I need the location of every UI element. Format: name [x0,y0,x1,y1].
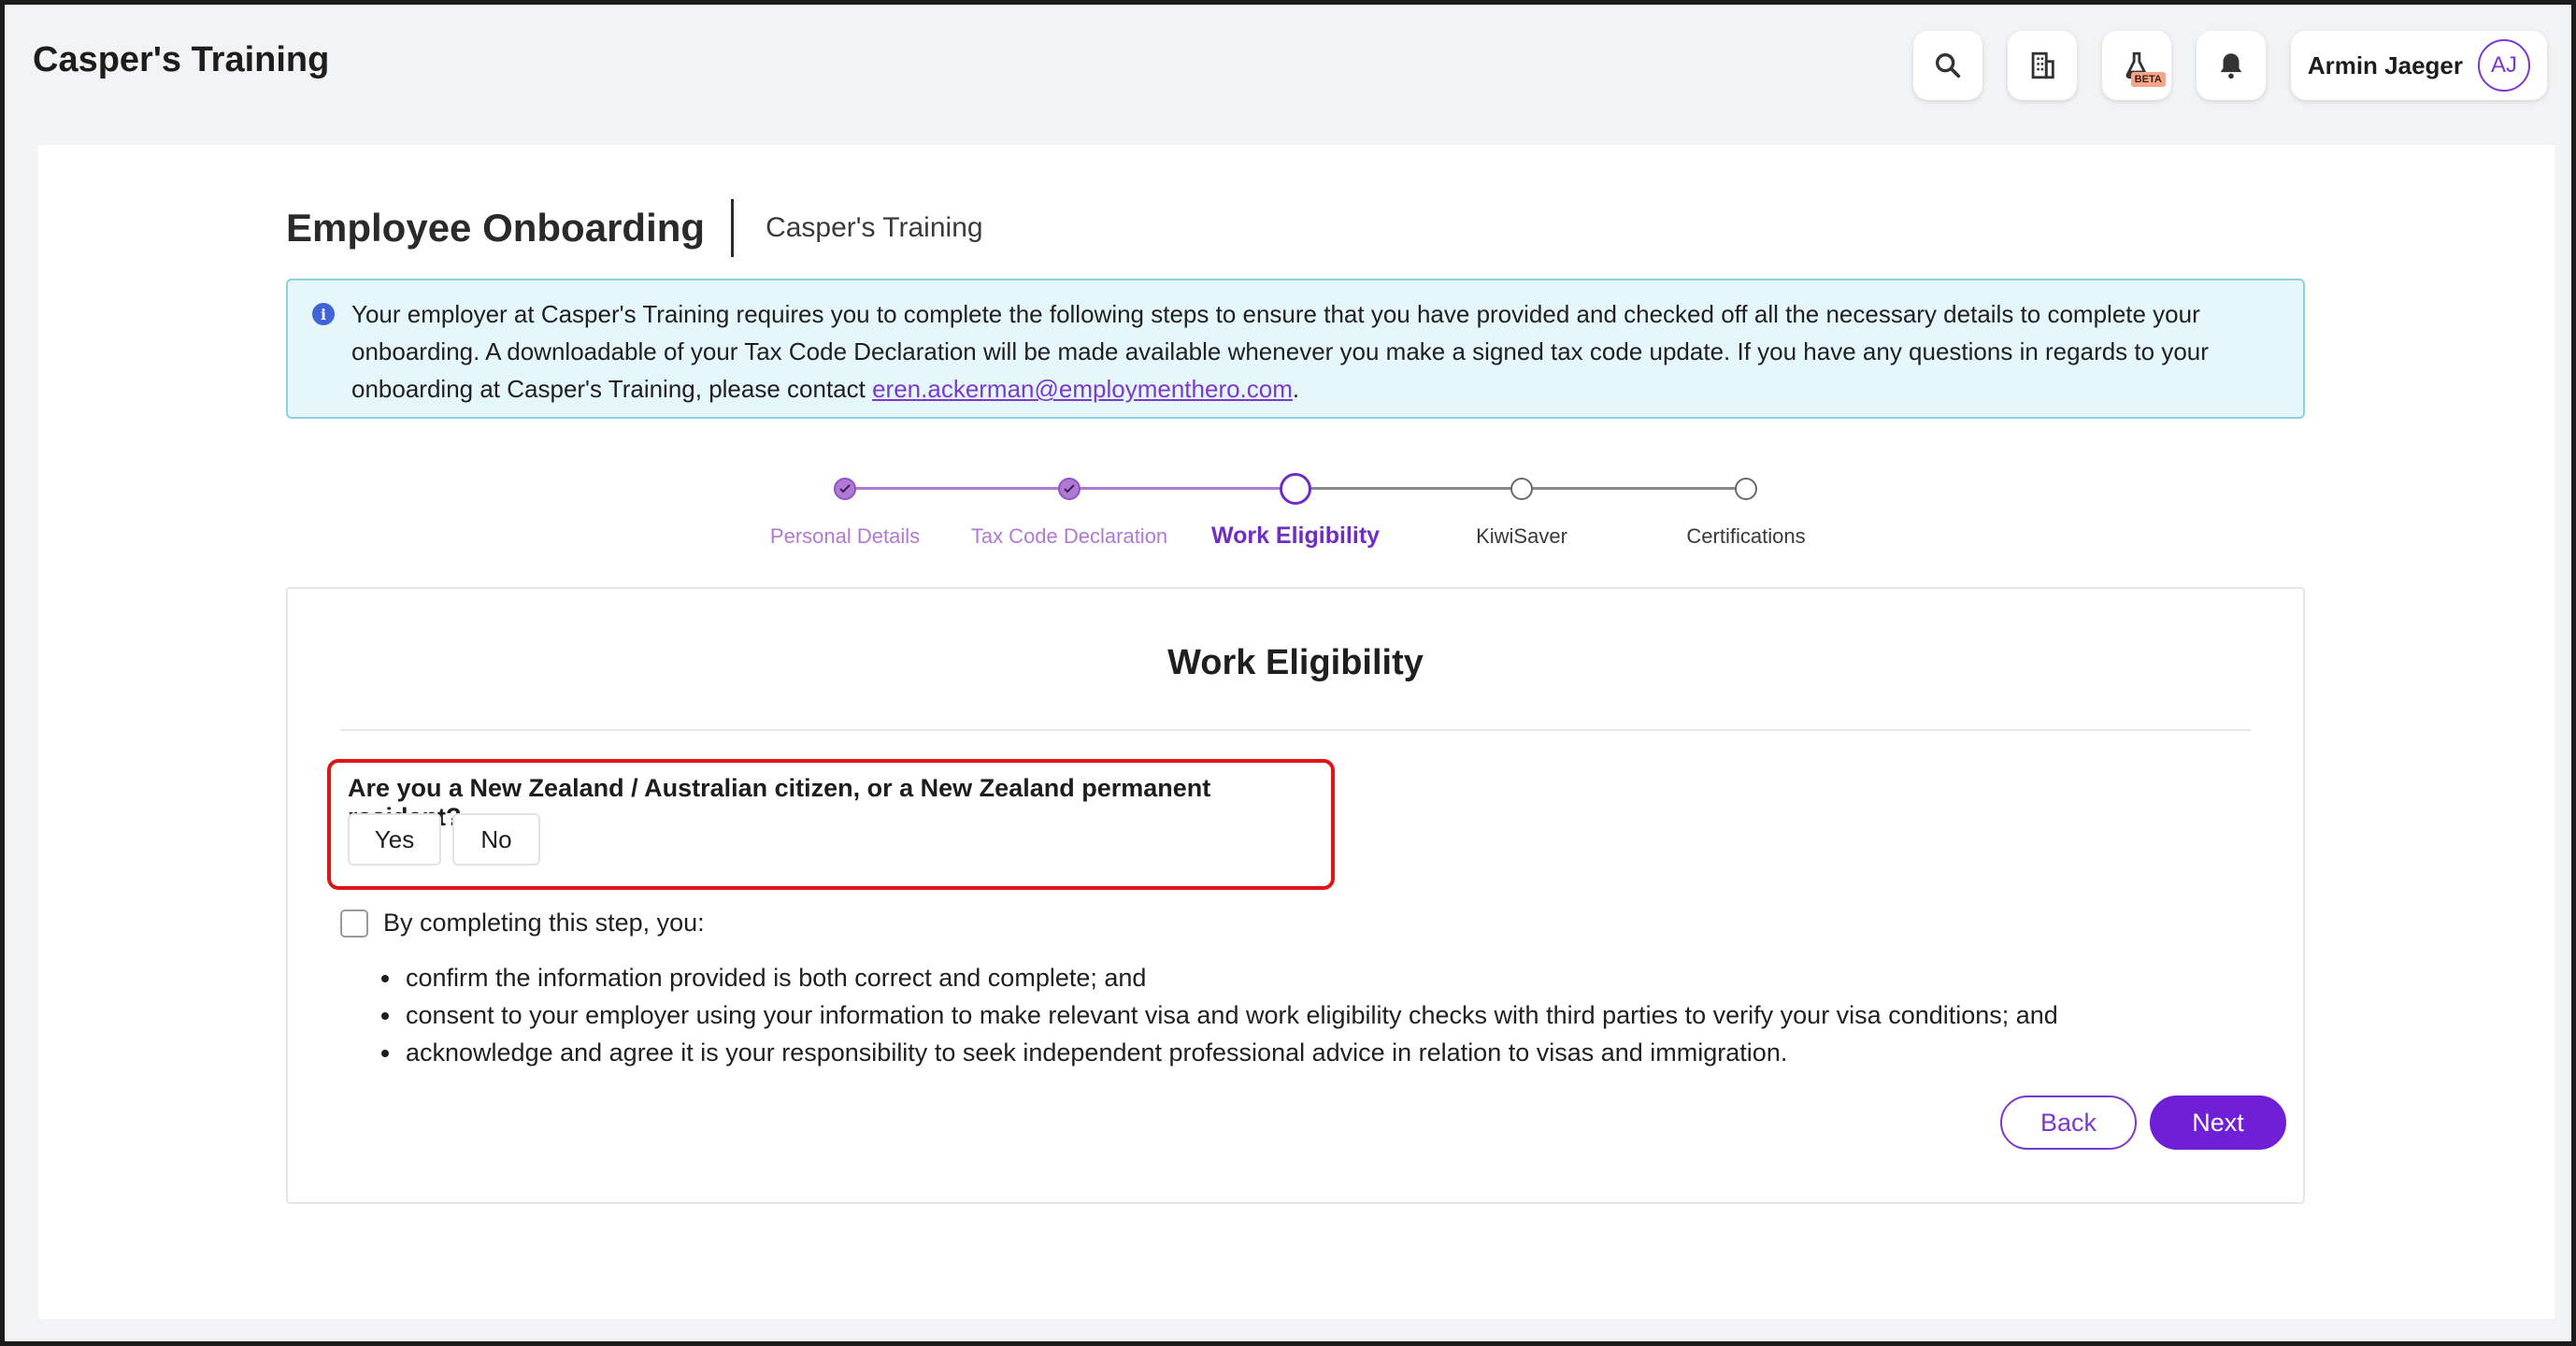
info-icon: i [312,303,335,325]
app-window: Casper's Training BETA Armin Jaeger AJ E… [0,0,2576,1346]
step-kiwisaver-dot[interactable] [1510,478,1533,500]
beta-badge: BETA [2130,72,2166,87]
info-text: Your employer at Casper's Training requi… [351,295,2266,408]
step-label-personal-details[interactable]: Personal Details [770,524,920,549]
step-connector [1297,487,1522,490]
step-connector [1522,487,1746,490]
page-subtitle: Casper's Training [766,212,983,243]
declaration-list: confirm the information provided is both… [381,959,2058,1071]
avatar: AJ [2478,39,2530,92]
step-personal-details-dot[interactable] [834,478,856,500]
main-content: Employee Onboarding Casper's Training i … [38,145,2555,1319]
search-icon [1935,52,1960,79]
user-name: Armin Jaeger [2307,50,2463,79]
step-label-kiwisaver[interactable]: KiwiSaver [1476,524,1567,549]
step-certifications-dot[interactable] [1735,478,1757,500]
list-item: consent to your employer using your info… [381,996,2058,1034]
onboarding-stepper: Personal Details Tax Code Declaration Wo… [38,472,2555,556]
back-button[interactable]: Back [2000,1095,2137,1150]
step-label-work-eligibility[interactable]: Work Eligibility [1211,523,1380,550]
step-tax-code-dot[interactable] [1058,478,1080,500]
beta-labs-button[interactable]: BETA [2101,31,2171,100]
top-bar: Casper's Training BETA Armin Jaeger AJ [5,5,2571,136]
page-header: Employee Onboarding Casper's Training [286,199,983,257]
confirm-checkbox[interactable] [340,909,368,938]
building-icon [2031,51,2054,79]
step-connector [845,487,1088,490]
form-title: Work Eligibility [1167,643,1424,682]
no-button[interactable]: No [452,813,540,866]
citizenship-question: Are you a New Zealand / Australian citiz… [327,759,1335,890]
header-divider [731,199,735,257]
step-connector [1069,487,1294,490]
form-divider [340,729,2251,731]
check-icon [839,484,851,494]
top-actions: BETA Armin Jaeger AJ [1912,31,2547,100]
step-work-eligibility-dot[interactable] [1280,473,1311,505]
work-eligibility-form: Work Eligibility Are you a New Zealand /… [286,587,2305,1204]
info-text-end: . [1292,375,1300,403]
confirm-row: By completing this step, you: [340,909,705,938]
confirm-label[interactable]: By completing this step, you: [383,909,705,938]
yes-button[interactable]: Yes [348,813,441,866]
user-menu-button[interactable]: Armin Jaeger AJ [2290,31,2547,100]
list-item: confirm the information provided is both… [381,959,2058,996]
page-title: Employee Onboarding [286,206,706,250]
step-label-tax-code[interactable]: Tax Code Declaration [971,524,1167,549]
list-item: acknowledge and agree it is your respons… [381,1034,2058,1071]
search-button[interactable] [1912,31,1982,100]
step-label-certifications[interactable]: Certifications [1686,524,1805,549]
info-banner: i Your employer at Casper's Training req… [286,279,2305,419]
bell-icon [2220,53,2242,79]
organisation-button[interactable] [2007,31,2077,100]
app-title: Casper's Training [33,40,330,79]
notifications-button[interactable] [2196,31,2266,100]
next-button[interactable]: Next [2150,1095,2286,1150]
check-icon [1064,484,1075,494]
contact-email-link[interactable]: eren.ackerman@employmenthero.com [872,375,1293,403]
